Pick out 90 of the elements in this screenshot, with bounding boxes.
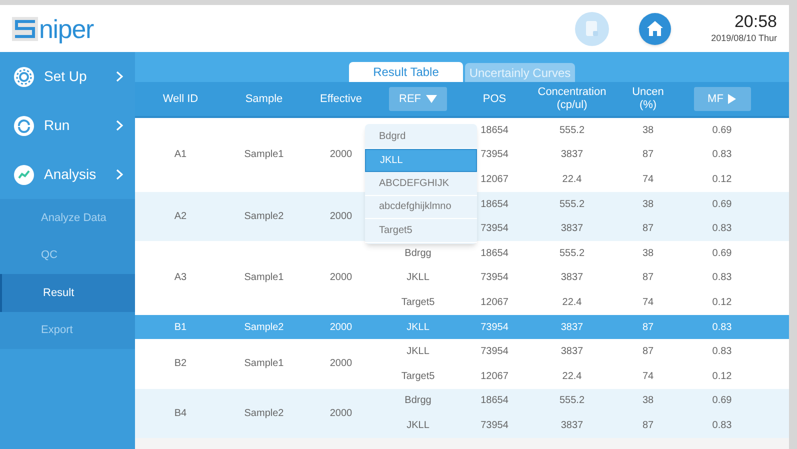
table-cell-text: Sample1 [244, 271, 284, 286]
table-cell-text: 38 [642, 198, 654, 212]
table-cell-text: 555.2 [559, 124, 585, 138]
table-cell-text: Sample1 [244, 148, 284, 162]
table-cell-text: 0.69 [712, 394, 732, 408]
table-cell-text: 87 [642, 271, 654, 286]
table-cell-text: 2000 [330, 357, 352, 372]
table-cell-text: Sample2 [244, 320, 284, 335]
table-cell-text: 3837 [560, 148, 584, 162]
table-cell-text: 74 [642, 370, 654, 384]
table-cell-text: 2000 [330, 406, 352, 421]
table-cell-text: 0.69 [712, 198, 732, 212]
table-cell-text: 12067 [480, 172, 508, 187]
column-header: Concentration (cp/ul) [536, 86, 608, 112]
table-cell-text: 0.83 [712, 418, 732, 433]
table-cell-text: 2000 [330, 271, 352, 286]
table-cell-text: 38 [642, 394, 654, 408]
table-cell-text: 0.83 [712, 271, 732, 286]
table-cell-text: 555.2 [559, 198, 585, 212]
section-label: Run [44, 116, 71, 135]
table-cell-text: 18654 [480, 124, 508, 138]
table-cell-text: 3837 [560, 222, 584, 236]
table-cell-text: 22.4 [562, 296, 582, 310]
table-cell-text: 0.69 [712, 246, 732, 261]
table-cell-text: JKLL [406, 271, 430, 286]
section-label: Analysis [44, 165, 98, 184]
table-cell-text: 0.69 [712, 124, 732, 138]
table-cell-text: 0.12 [712, 296, 732, 310]
table-cell-text: Sample2 [244, 210, 284, 224]
table-cell-text: 3837 [560, 418, 584, 433]
table-cell-text: 73954 [480, 271, 508, 286]
table-cell-text: Bdrgg [404, 394, 432, 408]
table-cell-text: Sample1 [244, 357, 284, 372]
table-cell-text: 73954 [480, 320, 508, 335]
logo-text: niper [39, 16, 94, 42]
table-cell-text: 87 [642, 418, 654, 433]
column-header: Well ID [162, 92, 200, 106]
table-cell-text: 38 [642, 124, 654, 138]
column-header: Sample [244, 92, 284, 106]
table-cell-text: 0.83 [712, 320, 732, 335]
table-cell-text: A3 [174, 271, 187, 286]
table-cell-text: 87 [642, 320, 654, 335]
table-cell-text: JKLL [406, 320, 430, 335]
table-cell-text: 2000 [330, 320, 352, 335]
column-header: Effective [319, 92, 363, 106]
table-cell-text: 74 [642, 296, 654, 310]
table-cell-text: 87 [642, 222, 654, 236]
table-cell-text: 0.83 [712, 148, 732, 162]
table-cell-text: 12067 [480, 296, 508, 310]
table-cell-text: Target5 [401, 370, 435, 384]
table-cell-text: 3837 [560, 320, 584, 335]
table-cell-text: 0.12 [712, 370, 732, 384]
table-cell-text: 22.4 [562, 370, 582, 384]
table-cell-text: 2000 [330, 210, 352, 224]
clock-time: 20:58 [734, 12, 777, 32]
table-cell-text: 73954 [480, 148, 508, 162]
table-cell-text: 2000 [330, 148, 352, 162]
table-cell-text: B4 [174, 406, 187, 421]
table-cell-text: 18654 [480, 394, 508, 408]
column-header: Uncen (%) [631, 86, 665, 112]
table-cell-text: 0.83 [712, 222, 732, 236]
table-cell-text: 0.12 [712, 172, 732, 187]
table-cell-text: 74 [642, 172, 654, 187]
table-cell-text: JKLL [406, 345, 430, 360]
column-header: POS [482, 92, 508, 106]
table-cell-text: A1 [174, 148, 187, 162]
section-label: Set Up [44, 67, 88, 86]
clock-date: 2019/08/10 Thur [711, 32, 777, 45]
table-cell-text: 38 [642, 246, 654, 261]
table-cell-text: 87 [642, 345, 654, 360]
table-cell-text: B2 [174, 357, 187, 372]
table-cell-text: JKLL [406, 418, 430, 433]
table-cell-text: 18654 [480, 198, 508, 212]
table-cell-text: 555.2 [559, 394, 585, 408]
table-cell-text: 555.2 [559, 246, 585, 261]
table-cell-text: 22.4 [562, 172, 582, 187]
table-cell-text: Target5 [401, 296, 435, 310]
table-cell-text: 0.83 [712, 345, 732, 360]
table-cell-text: A2 [174, 210, 187, 224]
table-cell-text: 73954 [480, 345, 508, 360]
table-cell-text: 87 [642, 148, 654, 162]
table-cell-text: 3837 [560, 271, 584, 286]
table-cell-text: Bdrgg [404, 246, 432, 261]
table-cell-text: 18654 [480, 246, 508, 261]
table-cell-text: 73954 [480, 222, 508, 236]
table-cell-text: 73954 [480, 418, 508, 433]
table-cell-text: 12067 [480, 370, 508, 384]
table-cell-text: B1 [174, 320, 187, 335]
table-cell-text: 3837 [560, 345, 584, 360]
table-cell-text: Sample2 [244, 406, 284, 421]
